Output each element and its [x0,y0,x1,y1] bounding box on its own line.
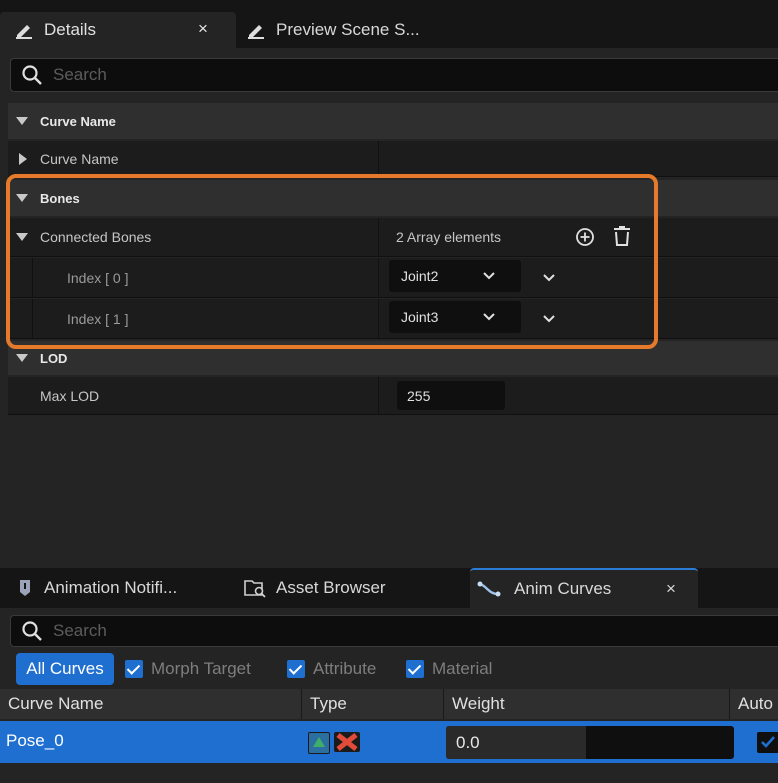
bone-select[interactable]: Joint2 [389,260,521,292]
tab-label: Anim Curves [514,579,612,598]
category-curve-name[interactable]: Curve Name [8,103,778,139]
category-label: LOD [40,350,68,366]
search-icon [22,621,42,641]
weight-value: 0.0 [456,733,480,752]
material-type-icon [334,732,360,752]
tab-animation-notifies[interactable]: Animation Notifi... [18,568,177,608]
chevron-down-icon [483,313,495,321]
filter-label: All Curves [26,659,104,678]
collapse-arrow-icon [16,233,28,241]
tab-preview-scene[interactable]: Preview Scene S... [244,12,444,48]
curves-search-input[interactable]: Search [10,615,778,647]
search-icon [22,65,42,85]
prop-max-lod[interactable]: Max LOD 255 [8,377,778,415]
filter-label: Morph Target [151,659,251,678]
column-divider [378,141,379,176]
tab-label: Asset Browser [276,578,386,597]
trash-icon[interactable] [612,225,632,247]
category-label: Curve Name [40,113,116,129]
collapse-arrow-icon [16,117,28,125]
curve-name-cell: Pose_0 [6,731,64,750]
close-icon[interactable]: × [198,19,208,39]
column-divider [378,218,379,256]
chevron-down-icon[interactable] [542,273,556,283]
tab-details[interactable]: Details × [0,12,236,48]
auto-checkbox[interactable] [757,732,778,753]
tab-asset-browser[interactable]: Asset Browser [244,568,386,608]
filter-material[interactable]: Material [406,653,492,685]
header-label: Auto [738,694,773,713]
notify-icon [20,580,30,596]
prop-curve-name[interactable]: Curve Name [8,141,778,177]
anim-curve-icon [477,581,501,597]
array-count: 2 Array elements [396,229,502,245]
expand-arrow-icon [19,152,27,165]
checkbox-checked[interactable] [125,660,143,678]
prop-label: Connected Bones [40,229,152,245]
category-bones[interactable]: Bones [8,180,778,216]
bone-select-value: Joint2 [401,268,439,284]
chevron-down-icon[interactable] [542,314,556,324]
column-divider [378,377,379,414]
close-icon[interactable]: × [666,579,676,599]
filter-attribute[interactable]: Attribute [287,653,376,685]
preview-pen-icon [246,20,266,40]
details-search-input[interactable]: Search [10,58,778,92]
header-label: Type [310,694,347,713]
column-header[interactable]: Type [302,689,444,719]
filter-all-curves[interactable]: All Curves [16,653,114,685]
collapse-arrow-icon [16,194,28,202]
prop-label: Curve Name [40,150,119,167]
column-header[interactable]: Auto [730,689,778,719]
checkbox-checked[interactable] [406,660,424,678]
filter-label: Attribute [313,659,377,678]
morph-target-type-icon [308,732,330,754]
column-header[interactable]: Weight [444,689,730,719]
index-label: Index [ 0 ] [67,269,129,286]
header-label: Curve Name [8,694,104,713]
filter-morph-target[interactable]: Morph Target [125,653,251,685]
index-label: Index [ 1 ] [67,310,129,327]
tab-details-label: Details [44,20,96,39]
search-placeholder: Search [53,65,107,84]
collapse-arrow-icon [16,354,28,362]
column-divider [378,299,379,338]
tab-label: Animation Notifi... [44,578,178,597]
add-element-icon[interactable] [575,227,595,247]
max-lod-input[interactable]: 255 [397,381,505,410]
prop-label: Max LOD [40,387,100,404]
max-lod-value: 255 [407,387,431,404]
tab-anim-curves[interactable]: Anim Curves × [470,568,698,608]
header-label: Weight [452,694,505,713]
table-row[interactable]: Pose_0 0.0 [0,721,778,763]
weight-slider[interactable]: 0.0 [446,726,734,759]
details-pen-icon [14,20,34,40]
table-header: Curve Name Type Weight Auto [0,689,778,719]
prop-index-0[interactable]: Index [ 0 ] Joint2 [8,257,778,298]
bone-select-value: Joint3 [401,309,439,325]
category-lod[interactable]: LOD [8,341,778,375]
tab-preview-label: Preview Scene S... [276,20,420,39]
bone-select[interactable]: Joint3 [389,301,521,333]
filter-label: Material [432,659,493,678]
folder-search-icon [244,580,266,598]
column-divider [378,258,379,297]
column-header[interactable]: Curve Name [0,689,302,719]
prop-index-1[interactable]: Index [ 1 ] Joint3 [8,298,778,339]
chevron-down-icon [483,272,495,280]
prop-connected-bones[interactable]: Connected Bones 2 Array elements [8,218,778,257]
search-placeholder: Search [53,621,107,640]
category-label: Bones [40,190,80,206]
checkbox-checked[interactable] [287,660,305,678]
